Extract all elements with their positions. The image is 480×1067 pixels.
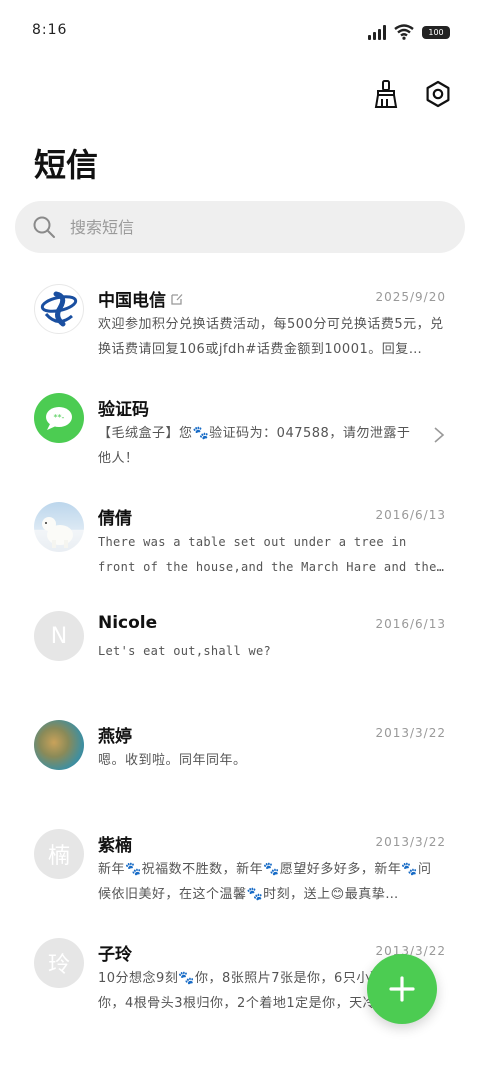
thread-list: 中国电信 2025/9/20 欢迎参加积分兑换话费活动，每500分可兑换话费5元… (0, 272, 480, 1035)
top-actions (370, 78, 454, 110)
avatar (34, 502, 84, 552)
thread-item[interactable]: **- 验证码 【毛绒盒子】您🐾验证码为：047588，请勿泄露于他人！ (0, 381, 480, 490)
plus-icon (389, 976, 415, 1002)
search-icon (33, 216, 55, 238)
china-telecom-logo-icon (40, 291, 78, 327)
search-bar[interactable] (15, 201, 465, 253)
new-message-button[interactable] (367, 954, 437, 1024)
thread-name-text: 紫楠 (98, 836, 132, 856)
message-bubble-icon: **- (46, 407, 72, 430)
thread-item[interactable]: 楠 紫楠 2013/3/22 新年🐾祝福数不胜数，新年🐾愿望好多好多，新年🐾问候… (0, 817, 480, 926)
thread-name-text: 燕婷 (98, 727, 132, 747)
avatar: **- (34, 393, 84, 443)
status-bar: 8:16 100 (0, 0, 480, 64)
settings-icon (426, 80, 450, 108)
thread-name: 子玲 (98, 940, 132, 965)
thread-name: 倩倩 (98, 504, 132, 529)
thread-preview: 新年🐾祝福数不胜数，新年🐾愿望好多好多，新年🐾问候依旧美好，在这个温馨🐾时刻，送… (98, 862, 432, 902)
thread-date: 2013/3/22 (375, 726, 446, 740)
thread-name-text: 验证码 (98, 400, 149, 420)
thread-date: 2013/3/22 (375, 835, 446, 849)
thread-item[interactable]: 中国电信 2025/9/20 欢迎参加积分兑换话费活动，每500分可兑换话费5元… (0, 272, 480, 381)
search-input[interactable] (68, 216, 432, 238)
thread-preview: 欢迎参加积分兑换话费活动，每500分可兑换话费5元，兑换话费请回复106或jfd… (98, 317, 444, 357)
thread-name: 中国电信 (98, 286, 184, 311)
thread-name: 验证码 (98, 395, 149, 420)
status-icons: 100 (368, 24, 450, 40)
thread-date: 2025/9/20 (375, 290, 446, 304)
thread-name-text: 倩倩 (98, 509, 132, 529)
thread-preview: 嗯。收到啦。同年同年。 (98, 753, 247, 768)
status-time: 8:16 (32, 22, 68, 38)
thread-name-text: 中国电信 (98, 291, 166, 311)
page-title: 短信 (34, 146, 99, 184)
thread-item[interactable]: 燕婷 2013/3/22 嗯。收到啦。同年同年。 (0, 708, 480, 817)
settings-button[interactable] (422, 78, 454, 110)
thread-name-text: Nicole (98, 613, 158, 633)
thread-name: 燕婷 (98, 722, 132, 747)
thread-item[interactable]: 倩倩 2016/6/13 There was a table set out u… (0, 490, 480, 599)
thread-preview: There was a table set out under a tree i… (98, 535, 437, 574)
avatar: 楠 (34, 829, 84, 879)
clean-button[interactable] (370, 78, 402, 110)
avatar: N (34, 611, 84, 661)
avatar (34, 720, 84, 770)
thread-date: 2016/6/13 (375, 617, 446, 631)
thread-date: 2016/6/13 (375, 508, 446, 522)
thread-name: 紫楠 (98, 831, 132, 856)
signal-icon (368, 24, 386, 40)
avatar (34, 284, 84, 334)
battery-level: 100 (428, 27, 444, 37)
thread-name: Nicole (98, 613, 157, 633)
thread-preview: Let's eat out,shall we? (98, 644, 272, 658)
thread-item[interactable]: N Nicole 2016/6/13 Let's eat out,shall w… (0, 599, 480, 708)
wifi-icon (394, 24, 414, 40)
chevron-right-icon (434, 427, 445, 443)
edit-icon (171, 293, 183, 305)
avatar: 玲 (34, 938, 84, 988)
svg-text:**-: **- (54, 413, 65, 422)
battery-icon: 100 (422, 25, 450, 39)
broom-icon (374, 80, 398, 108)
thread-name-text: 子玲 (98, 945, 132, 965)
thread-preview: 【毛绒盒子】您🐾验证码为：047588，请勿泄露于他人！ (98, 426, 411, 466)
polar-bear-avatar-icon (42, 517, 73, 548)
